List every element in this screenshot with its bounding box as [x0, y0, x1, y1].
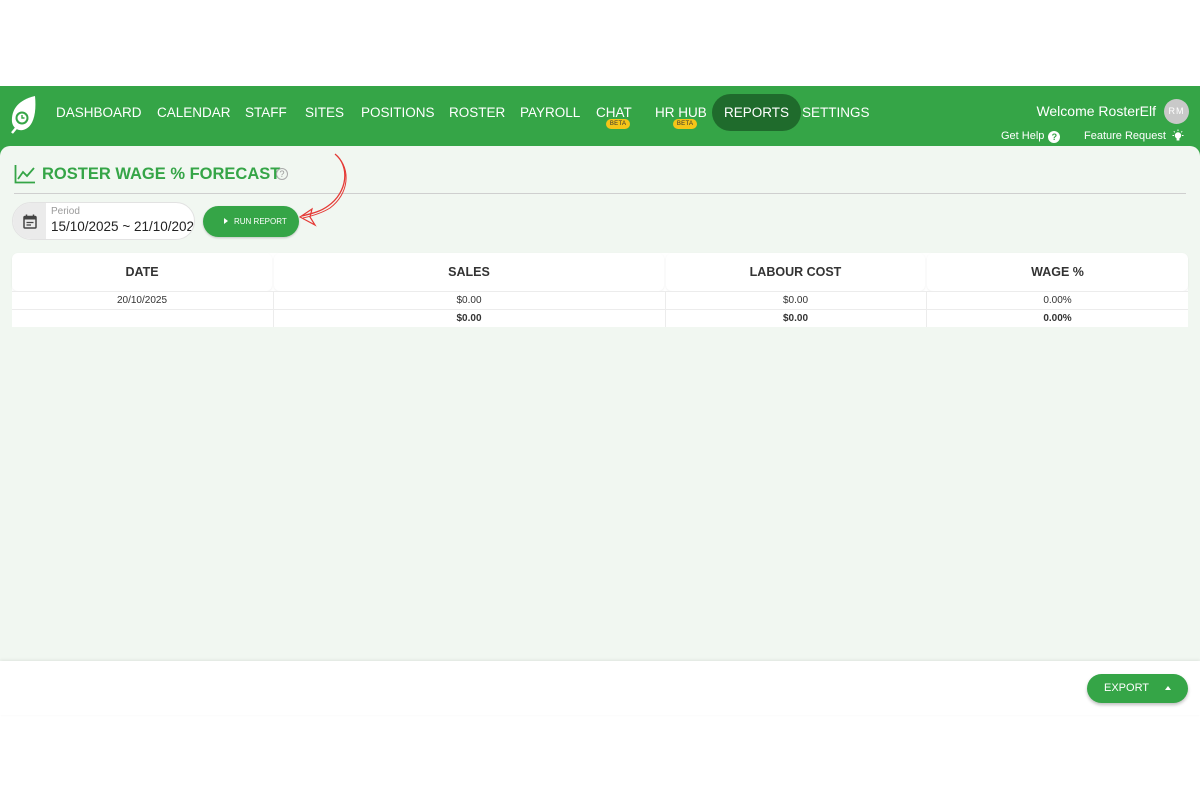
- table-totals-row: $0.00 $0.00 0.00%: [12, 309, 1188, 327]
- lightbulb-icon[interactable]: [1171, 129, 1185, 143]
- run-report-button[interactable]: RUN REPORT: [203, 206, 299, 237]
- welcome-text: Welcome RosterElf: [1036, 103, 1156, 119]
- cell-labour-cost: $0.00: [782, 295, 809, 306]
- line-chart-icon: [14, 165, 35, 184]
- nav-calendar-label: CALENDAR: [157, 105, 231, 120]
- nav-sites[interactable]: SITES: [305, 94, 344, 131]
- nav-positions-label: POSITIONS: [361, 105, 435, 120]
- help-question-icon[interactable]: ?: [276, 168, 288, 180]
- nav-dashboard[interactable]: DASHBOARD: [56, 94, 142, 131]
- nav-staff[interactable]: STAFF: [245, 94, 287, 131]
- nav-roster-label: ROSTER: [449, 105, 506, 120]
- footer-bar: EXPORT: [0, 661, 1200, 715]
- cell-sales: $0.00: [456, 295, 482, 306]
- export-button[interactable]: EXPORT: [1087, 674, 1188, 703]
- header-sales[interactable]: SALES: [274, 253, 664, 291]
- nav-payroll-label: PAYROLL: [520, 105, 581, 120]
- cell-date: 20/10/2025: [116, 295, 168, 306]
- table-row: 20/10/2025 $0.00 $0.00 0.00%: [12, 291, 1188, 309]
- nav-calendar[interactable]: CALENDAR: [157, 94, 231, 131]
- nav-roster[interactable]: ROSTER: [449, 94, 505, 131]
- table-header: DATE SALES LABOUR COST WAGE %: [12, 253, 1188, 291]
- avatar[interactable]: RM: [1164, 99, 1189, 124]
- nav-hr-hub-label: HR HUB: [655, 105, 707, 120]
- cell-wage-percent: 0.00%: [1043, 295, 1072, 306]
- nav-positions[interactable]: POSITIONS: [361, 94, 435, 131]
- page-title: ROSTER WAGE % FORECAST: [42, 165, 281, 183]
- caret-up-icon: [1165, 686, 1171, 690]
- nav-reports-label: REPORTS: [724, 105, 790, 120]
- header-labour-cost[interactable]: LABOUR COST: [666, 253, 925, 291]
- get-help-label: Get Help: [1001, 130, 1045, 142]
- report-panel: ROSTER WAGE % FORECAST ? Period 15/10/20…: [0, 146, 1200, 661]
- header-date[interactable]: DATE: [12, 253, 272, 291]
- nav-chat[interactable]: CHAT BETA: [596, 94, 632, 131]
- title-divider: [14, 193, 1186, 194]
- total-labour-cost: $0.00: [782, 313, 809, 324]
- period-icon-box: [13, 203, 46, 239]
- beta-badge: BETA: [605, 119, 631, 129]
- report-table: DATE SALES LABOUR COST WAGE % 20/10/2025…: [12, 253, 1188, 327]
- total-wage-percent: 0.00%: [1043, 313, 1072, 324]
- nav-reports[interactable]: REPORTS: [712, 94, 802, 131]
- nav-staff-label: STAFF: [245, 105, 287, 120]
- total-date: [12, 310, 272, 327]
- question-circle-icon: ?: [1048, 131, 1061, 143]
- nav-dashboard-label: DASHBOARD: [56, 105, 142, 120]
- beta-badge: BETA: [672, 119, 698, 129]
- nav-hr-hub[interactable]: HR HUB BETA: [655, 94, 707, 131]
- nav-settings[interactable]: SETTINGS: [802, 94, 870, 131]
- period-value[interactable]: 15/10/2025 ~ 21/10/2025: [51, 219, 194, 234]
- play-icon: [224, 218, 228, 224]
- nav-settings-label: SETTINGS: [802, 105, 870, 120]
- period-picker[interactable]: Period 15/10/2025 ~ 21/10/2025: [12, 202, 195, 240]
- get-help-link[interactable]: Get Help?: [1001, 130, 1061, 143]
- app-shell: DASHBOARD CALENDAR STAFF SITES POSITIONS…: [0, 86, 1200, 715]
- leaf-clock-logo-icon[interactable]: [8, 94, 38, 134]
- total-sales: $0.00: [456, 313, 482, 324]
- nav-sites-label: SITES: [305, 105, 345, 120]
- nav-chat-label: CHAT: [596, 105, 632, 120]
- nav-payroll[interactable]: PAYROLL: [520, 94, 580, 131]
- feature-request-link[interactable]: Feature Request: [1084, 130, 1166, 142]
- top-navigation: DASHBOARD CALENDAR STAFF SITES POSITIONS…: [0, 86, 1200, 146]
- feature-request-label: Feature Request: [1084, 130, 1166, 142]
- export-label: EXPORT: [1104, 682, 1150, 694]
- run-report-label: RUN REPORT: [234, 217, 287, 226]
- header-wage-percent[interactable]: WAGE %: [927, 253, 1188, 291]
- calendar-icon: [23, 214, 37, 229]
- period-label: Period: [51, 206, 80, 217]
